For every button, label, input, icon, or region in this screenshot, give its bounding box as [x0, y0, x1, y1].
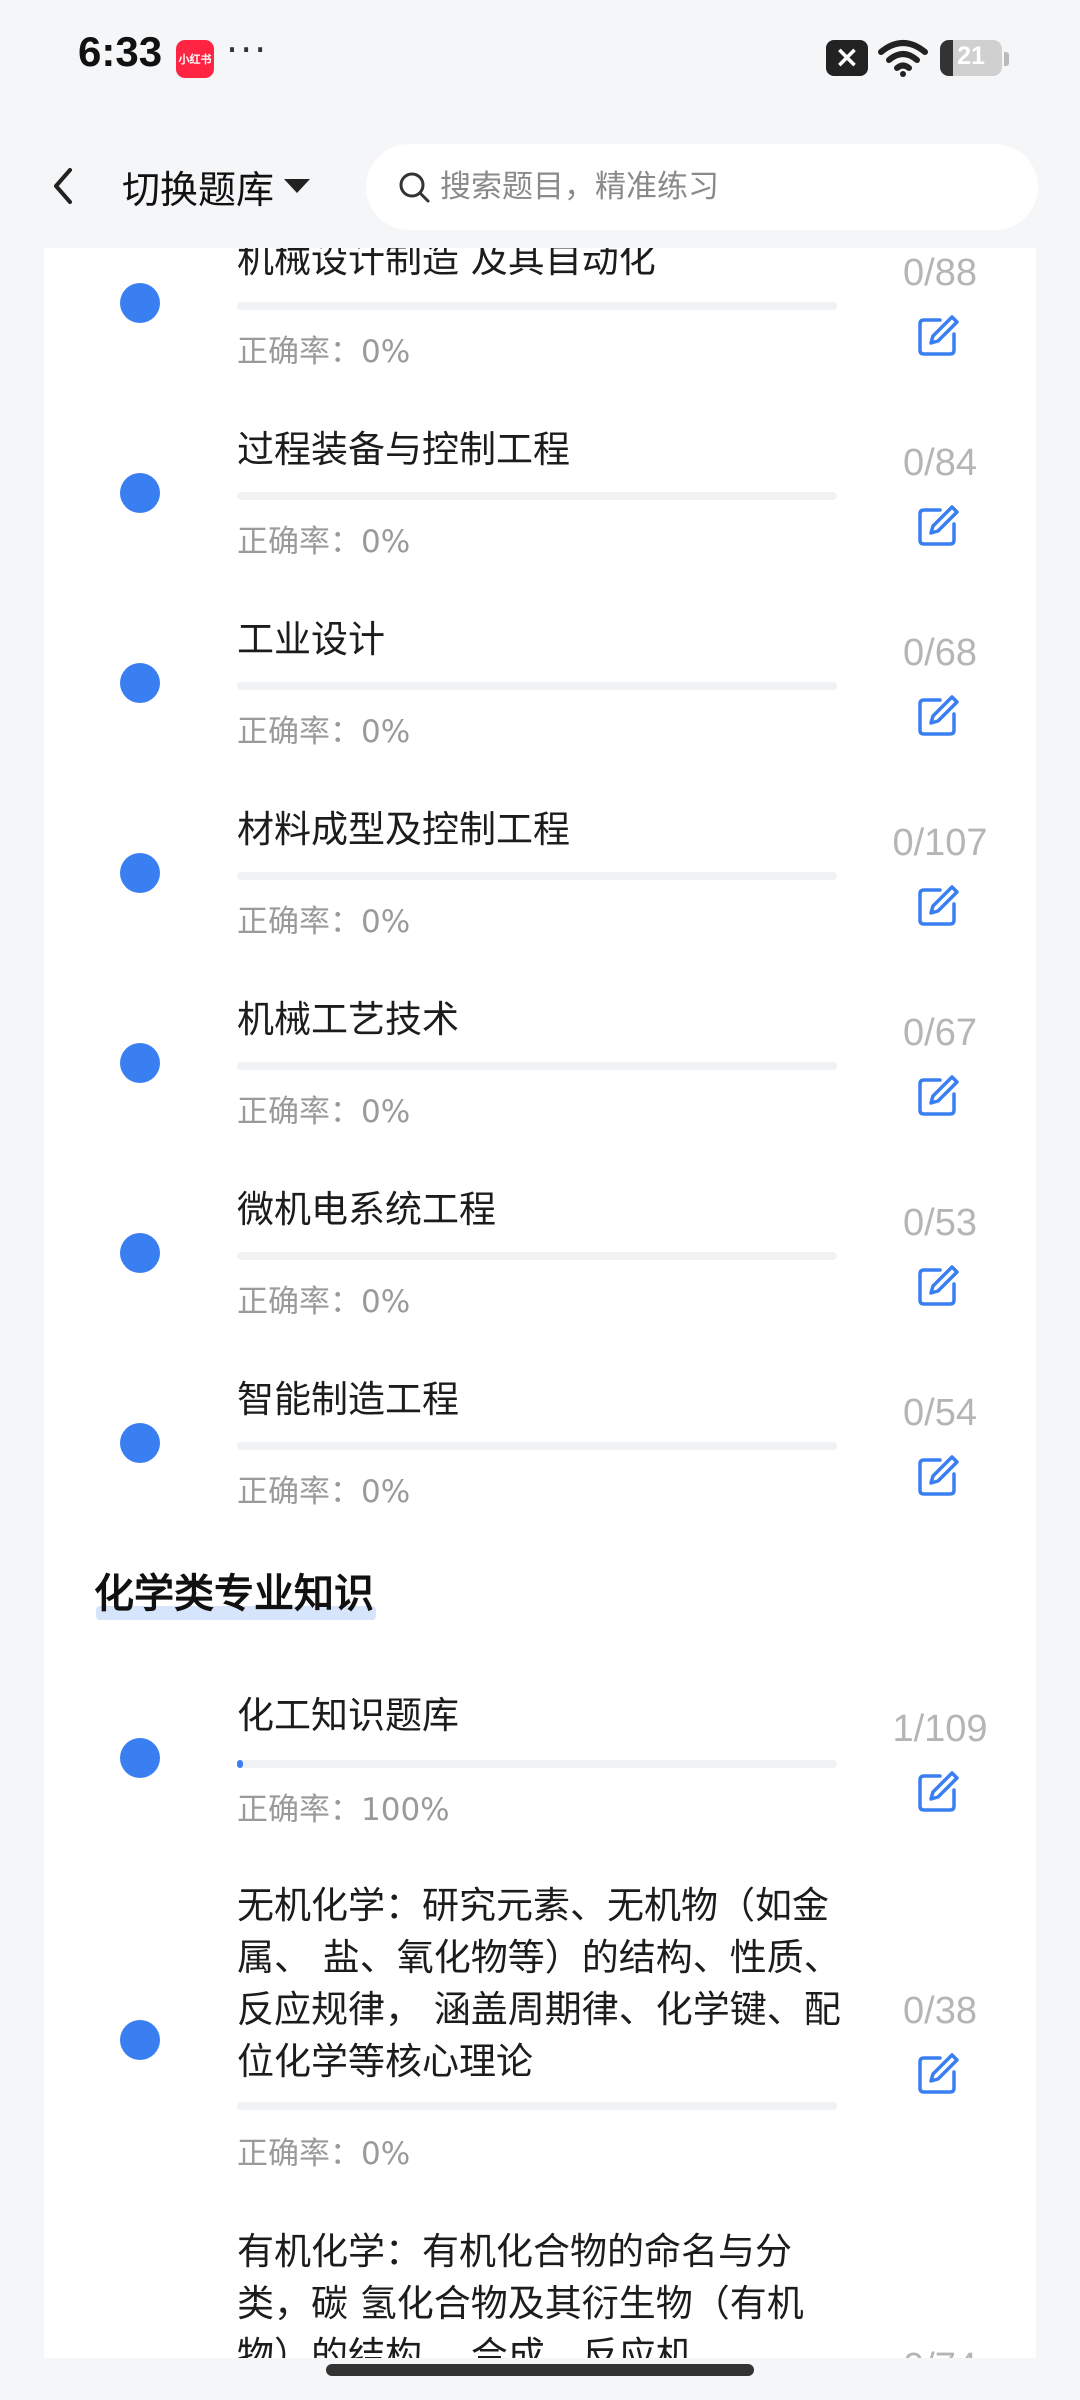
progress-count: 0/54: [903, 1392, 977, 1434]
item-title: 工业设计: [237, 618, 385, 661]
progress-bar: [237, 1760, 837, 1768]
accuracy-rate: 正确率：0%: [237, 524, 411, 560]
progress-count: 0/74: [864, 2346, 1016, 2358]
accuracy-rate: 正确率：0%: [237, 1284, 411, 1320]
accuracy-rate: 正确率：0%: [237, 2136, 411, 2172]
list-item[interactable]: 过程装备与控制工程 正确率：0% 0/84: [44, 428, 1036, 628]
progress-count: 0/68: [903, 632, 977, 674]
wifi-icon: [878, 40, 928, 77]
progress-bar: [237, 682, 837, 690]
question-bank-list: 机械设计制造 及其自动化 正确率：0% 0/88 过程装备与控制工程 正确率：0…: [44, 248, 1036, 2358]
section-title-text: 化学类专业知识: [94, 1571, 374, 1617]
list-item[interactable]: 机械工艺技术 正确率：0% 0/67: [44, 998, 1036, 1198]
item-title: 智能制造工程: [237, 1378, 459, 1421]
bullet-dot: [120, 283, 160, 323]
bullet-dot: [120, 1043, 160, 1083]
list-item[interactable]: 智能制造工程 正确率：0% 0/54: [44, 1378, 1036, 1578]
progress-bar: [237, 1062, 837, 1070]
progress-count: 0/67: [903, 1012, 977, 1054]
search-input[interactable]: [440, 169, 1000, 205]
search-icon: [399, 172, 430, 203]
bullet-dot: [120, 473, 160, 513]
accuracy-rate: 正确率：0%: [237, 334, 411, 370]
bullet-dot: [120, 2020, 160, 2060]
progress-bar: [237, 2102, 837, 2110]
section-title: 化学类专业知识: [94, 1564, 376, 1624]
progress-count: 1/109: [892, 1708, 988, 1750]
switch-question-bank-label: 切换题库: [122, 167, 275, 212]
back-arrow-icon[interactable]: [36, 158, 92, 214]
progress-bar: [237, 872, 837, 880]
list-item[interactable]: 机械设计制造 及其自动化 正确率：0% 0/88: [44, 248, 1036, 438]
edit-icon[interactable]: [914, 1072, 962, 1120]
item-title: 微机电系统工程: [237, 1188, 496, 1231]
accuracy-rate: 正确率：0%: [237, 904, 411, 940]
progress-bar: [237, 302, 837, 310]
progress-count: 0/88: [903, 252, 977, 294]
accuracy-rate: 正确率：0%: [237, 1094, 411, 1130]
list-item[interactable]: 有机化学：有机化合物的命名与分类，碳 氢化合物及其衍生物（有机物）的结构、 合成…: [44, 2226, 1036, 2358]
switch-question-bank-button[interactable]: 切换题库: [122, 158, 311, 214]
item-title: 过程装备与控制工程: [237, 428, 570, 471]
accuracy-rate: 正确率：0%: [237, 1474, 411, 1510]
edit-icon[interactable]: [914, 1262, 962, 1310]
bullet-dot: [120, 663, 160, 703]
progress-count: 0/53: [903, 1202, 977, 1244]
top-nav-bar: 切换题库: [0, 120, 1080, 248]
item-title: 机械工艺技术: [237, 998, 459, 1041]
list-item[interactable]: 无机化学：研究元素、无机物（如金属、 盐、氧化物等）的结构、性质、反应规律， 涵…: [44, 1880, 1036, 2225]
edit-icon[interactable]: [914, 312, 962, 360]
edit-icon[interactable]: [914, 882, 962, 930]
accuracy-rate: 正确率：100%: [237, 1792, 450, 1828]
item-title: 化工知识题库: [237, 1694, 459, 1737]
edit-icon[interactable]: [914, 1768, 962, 1816]
status-bar: 6:33 小红书 ··· × 21: [0, 0, 1080, 120]
edit-icon[interactable]: [914, 1452, 962, 1500]
caret-down-icon: [284, 179, 311, 193]
list-item[interactable]: 化工知识题库 正确率：100% 1/109: [44, 1690, 1036, 1880]
edit-icon[interactable]: [914, 692, 962, 740]
item-title: 有机化学：有机化合物的命名与分类，碳 氢化合物及其衍生物（有机物）的结构、 合成…: [237, 2230, 804, 2358]
home-indicator[interactable]: [326, 2364, 754, 2376]
battery-tip: [1004, 52, 1009, 66]
progress-count: 0/84: [903, 442, 977, 484]
edit-icon[interactable]: [914, 2050, 962, 2098]
progress-bar: [237, 1442, 837, 1450]
search-bar[interactable]: [366, 144, 1038, 230]
item-title: 机械设计制造 及其自动化: [237, 248, 656, 281]
bullet-dot: [120, 853, 160, 893]
battery-icon: 21: [940, 40, 1002, 76]
list-item[interactable]: 工业设计 正确率：0% 0/68: [44, 618, 1036, 818]
close-icon: ×: [826, 40, 868, 76]
progress-bar: [237, 1252, 837, 1260]
more-notifications-icon: ···: [226, 28, 269, 72]
xiaohongshu-app-icon: 小红书: [176, 40, 214, 78]
list-item[interactable]: 微机电系统工程 正确率：0% 0/53: [44, 1188, 1036, 1388]
accuracy-rate: 正确率：0%: [237, 714, 411, 750]
list-item[interactable]: 材料成型及控制工程 正确率：0% 0/107: [44, 808, 1036, 1008]
bullet-dot: [120, 1423, 160, 1463]
status-time: 6:33: [78, 28, 163, 75]
bullet-dot: [120, 1738, 160, 1778]
edit-icon[interactable]: [914, 502, 962, 550]
battery-level: 21: [957, 42, 985, 70]
item-title: 无机化学：研究元素、无机物（如金属、 盐、氧化物等）的结构、性质、反应规律， 涵…: [237, 1884, 841, 2083]
progress-bar: [237, 492, 837, 500]
item-title: 材料成型及控制工程: [237, 808, 570, 851]
progress-count: 0/107: [892, 822, 988, 864]
progress-count: 0/38: [903, 1990, 977, 2032]
bullet-dot: [120, 1233, 160, 1273]
